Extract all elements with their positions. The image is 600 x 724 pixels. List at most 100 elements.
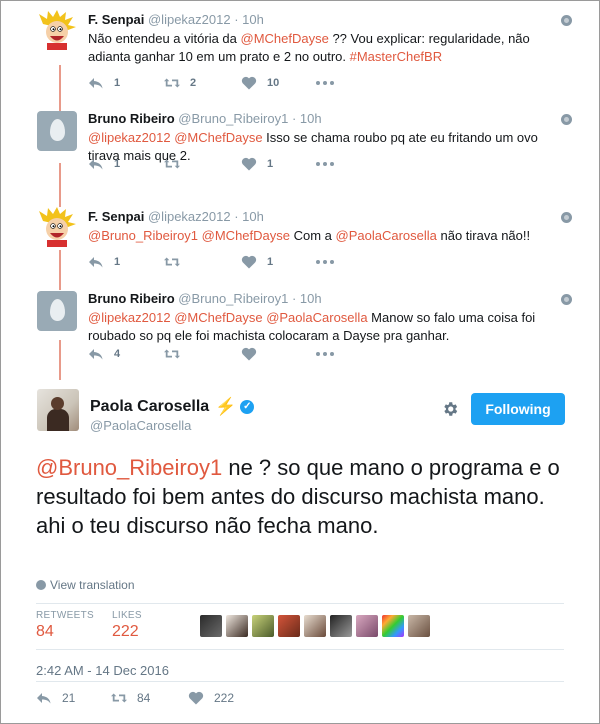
- mention-link[interactable]: @PaolaCarosella: [266, 310, 367, 325]
- author-handle[interactable]: @PaolaCarosella: [90, 418, 191, 433]
- liker-avatar[interactable]: [408, 615, 430, 637]
- liker-avatar[interactable]: [330, 615, 352, 637]
- gear-icon[interactable]: [441, 400, 459, 418]
- reply-action[interactable]: 4: [88, 347, 120, 361]
- thread-line: [59, 250, 61, 290]
- mention-link[interactable]: @MChefDayse: [174, 310, 262, 325]
- likers-avatars: [200, 615, 434, 637]
- retweet-action[interactable]: [164, 255, 180, 269]
- reply-icon: [89, 78, 103, 89]
- mention-link[interactable]: @lipekaz2012: [88, 130, 171, 145]
- tweet-header: Bruno Ribeiro @Bruno_Ribeiroy1 · 10h: [88, 291, 322, 306]
- view-translation-link[interactable]: View translation: [36, 578, 135, 592]
- liker-avatar[interactable]: [278, 615, 300, 637]
- liker-avatar[interactable]: [304, 615, 326, 637]
- retweet-count: 2: [190, 77, 197, 89]
- author-handle[interactable]: @lipekaz2012: [148, 209, 231, 224]
- reply-icon: [89, 257, 103, 268]
- like-action[interactable]: 10: [241, 76, 279, 90]
- thread-line: [59, 65, 61, 115]
- following-button[interactable]: Following: [471, 393, 565, 425]
- reply-action[interactable]: 21: [36, 691, 75, 705]
- calvin-avatar[interactable]: [37, 10, 77, 50]
- tweet-actions: 1 1: [88, 157, 388, 177]
- mention-link[interactable]: @Bruno_Ribeiroy1: [36, 455, 222, 480]
- mention-link[interactable]: @MChefDayse: [241, 31, 329, 46]
- more-icon[interactable]: [316, 81, 334, 85]
- like-action[interactable]: 222: [188, 691, 234, 705]
- tweet-text-segment: não tirava não!!: [436, 228, 531, 243]
- likes-label: LIKES: [112, 610, 142, 621]
- reply-icon: [89, 159, 103, 170]
- like-action[interactable]: 1: [241, 157, 273, 171]
- separator-dot: ·: [234, 12, 239, 27]
- view-translation-label[interactable]: View translation: [50, 578, 135, 592]
- liker-avatar[interactable]: [356, 615, 378, 637]
- tweet-timestamp[interactable]: 2:42 AM - 14 Dec 2016: [36, 663, 169, 678]
- liker-avatar[interactable]: [252, 615, 274, 637]
- heart-icon: [241, 157, 257, 171]
- reply-count: 1: [114, 77, 121, 89]
- tweet-actions: 4: [88, 347, 388, 367]
- like-action[interactable]: [241, 347, 257, 361]
- mention-link[interactable]: @MChefDayse: [174, 130, 262, 145]
- reply-icon: [37, 693, 51, 704]
- reply-action[interactable]: 1: [88, 255, 120, 269]
- retweet-icon: [164, 78, 180, 88]
- calvin-avatar[interactable]: [37, 207, 77, 247]
- retweet-action[interactable]: [164, 347, 180, 361]
- thread-line: [59, 340, 61, 380]
- paola-avatar[interactable]: [37, 389, 79, 431]
- retweet-icon: [164, 349, 180, 359]
- author-handle[interactable]: @Bruno_Ribeiroy1: [178, 291, 288, 306]
- author-name-text[interactable]: Paola Carosella: [90, 398, 209, 416]
- mention-link[interactable]: @lipekaz2012: [88, 310, 171, 325]
- author-name[interactable]: Paola Carosella ⚡ ✓: [90, 397, 255, 417]
- tweet-header: F. Senpai @lipekaz2012 · 10h: [88, 209, 264, 224]
- author-name[interactable]: F. Senpai: [88, 209, 144, 224]
- tweet-time[interactable]: 10h: [300, 291, 322, 306]
- liker-avatar[interactable]: [200, 615, 222, 637]
- reply-count: 4: [114, 348, 121, 360]
- author-name[interactable]: F. Senpai: [88, 12, 144, 27]
- retweet-action[interactable]: 2: [164, 76, 196, 90]
- mention-link[interactable]: @Bruno_Ribeiroy1: [88, 228, 198, 243]
- divider: [36, 649, 564, 650]
- like-action[interactable]: 1: [241, 255, 273, 269]
- tweet-text: @lipekaz2012 @MChefDayse @PaolaCarosella…: [88, 309, 568, 345]
- more-icon[interactable]: [316, 352, 334, 356]
- author-handle[interactable]: @lipekaz2012: [148, 12, 231, 27]
- tweet-text-segment: Com a: [290, 228, 336, 243]
- retweet-count: 84: [137, 691, 151, 705]
- retweet-icon: [164, 257, 180, 267]
- retweet-action[interactable]: [164, 157, 180, 171]
- reply-count: 1: [114, 158, 121, 170]
- liker-avatar[interactable]: [382, 615, 404, 637]
- author-name[interactable]: Bruno Ribeiro: [88, 291, 175, 306]
- liker-avatar[interactable]: [226, 615, 248, 637]
- tweet-time[interactable]: 10h: [300, 111, 322, 126]
- egg-avatar[interactable]: [37, 291, 77, 331]
- retweet-action[interactable]: 84: [111, 691, 150, 705]
- reply-action[interactable]: 1: [88, 157, 120, 171]
- likes-count[interactable]: 222: [112, 623, 139, 641]
- lightning-icon: ⚡: [215, 397, 237, 416]
- retweet-icon: [111, 693, 127, 703]
- more-icon[interactable]: [316, 260, 334, 264]
- more-icon[interactable]: [316, 162, 334, 166]
- author-name[interactable]: Bruno Ribeiro: [88, 111, 175, 126]
- reply-action[interactable]: 1: [88, 76, 120, 90]
- retweets-count[interactable]: 84: [36, 623, 54, 641]
- globe-icon: [561, 212, 572, 223]
- egg-avatar[interactable]: [37, 111, 77, 151]
- globe-icon: [561, 15, 572, 26]
- globe-icon: [36, 580, 46, 590]
- author-handle[interactable]: @Bruno_Ribeiroy1: [178, 111, 288, 126]
- like-count: 1: [267, 256, 274, 268]
- globe-icon: [561, 294, 572, 305]
- mention-link[interactable]: @MChefDayse: [202, 228, 290, 243]
- tweet-time[interactable]: 10h: [242, 209, 264, 224]
- mention-link[interactable]: @PaolaCarosella: [336, 228, 437, 243]
- tweet-time[interactable]: 10h: [242, 12, 264, 27]
- hashtag-link[interactable]: #MasterChefBR: [350, 49, 442, 64]
